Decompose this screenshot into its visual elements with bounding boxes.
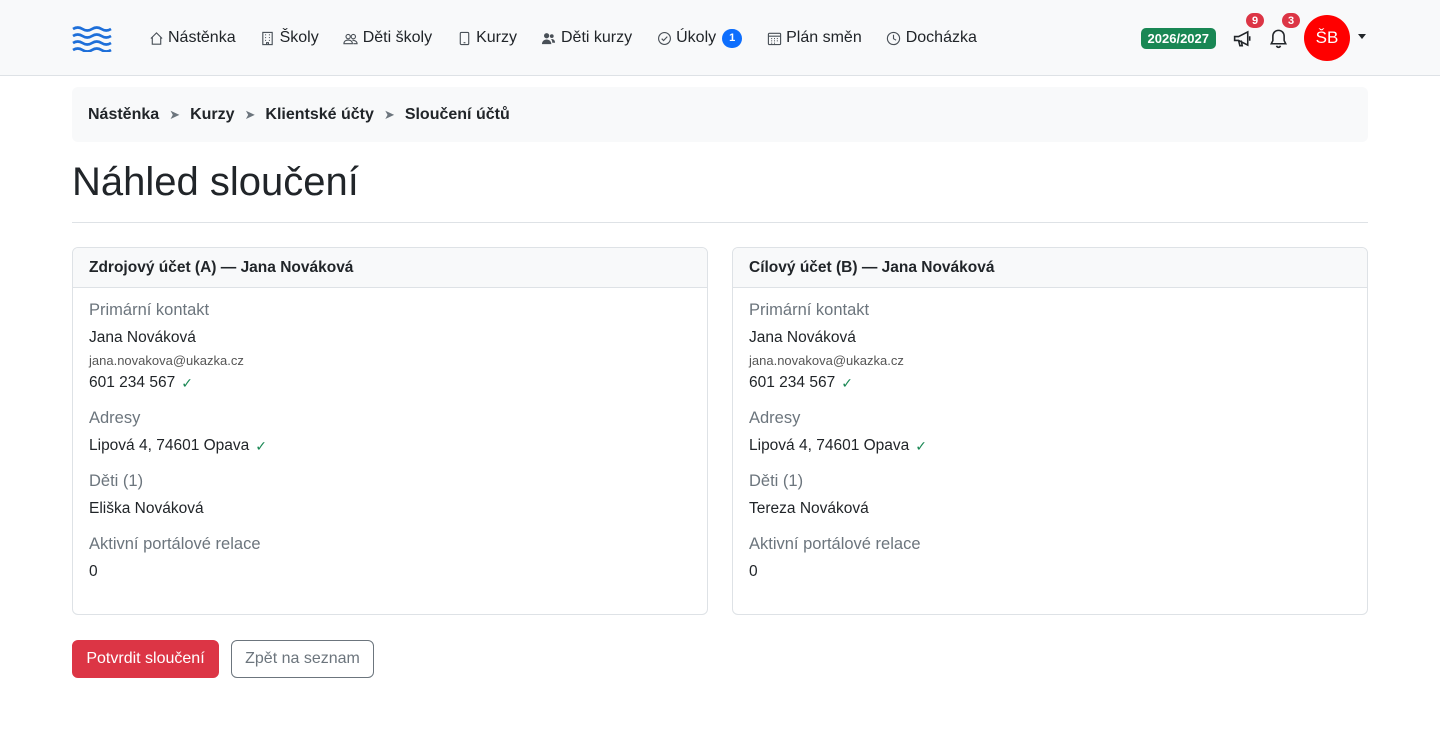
confirm-merge-button[interactable]: Potvrdit sloučení (72, 640, 219, 678)
child-name: Tereza Nováková (749, 500, 869, 517)
sessions-count: 0 (749, 563, 758, 580)
nav-item-label: Docházka (905, 29, 977, 46)
nav-item-deti-skoly[interactable]: Děti školy (343, 29, 432, 47)
back-to-list-button[interactable]: Zpět na seznam (231, 640, 374, 678)
people-icon (343, 30, 359, 46)
nav-item-deti-kurzy[interactable]: Děti kurzy (541, 29, 632, 47)
breadcrumb-separator-icon: ➤ (244, 106, 256, 122)
nav-item-label: Školy (279, 29, 319, 46)
chevron-down-icon[interactable] (1358, 33, 1366, 39)
notifications-button[interactable]: 3 (1266, 11, 1302, 50)
breadcrumb-item-klientske-ucty[interactable]: Klientské účty (265, 106, 373, 124)
nav-item-skoly[interactable]: Školy (260, 29, 319, 47)
card-body: Primární kontakt Jana Nováková jana.nova… (733, 288, 1367, 581)
contact-name: Jana Nováková (89, 329, 196, 346)
sessions-count: 0 (89, 563, 98, 580)
calendar-icon (766, 30, 782, 46)
verified-check-icon: ✓ (841, 374, 853, 391)
sessions-label: Aktivní portálové relace (749, 535, 921, 553)
people-fill-icon (541, 30, 557, 46)
contact-phone: 601 234 567 ✓ (749, 374, 1351, 392)
address: Lipová 4, 74601 Opava ✓ (749, 437, 1351, 455)
nav-item-dochazka[interactable]: Docházka (886, 29, 977, 47)
waves-logo-icon[interactable] (72, 26, 112, 52)
building-icon (260, 30, 276, 46)
nav-item-label: Plán směn (786, 29, 862, 46)
contact-email: jana.novakova@ukazka.cz (89, 353, 244, 368)
children-label: Děti (1) (749, 472, 804, 490)
notifications-count-badge: 3 (1280, 11, 1302, 30)
nav-item-kurzy[interactable]: Kurzy (456, 29, 517, 47)
contact-phone-value: 601 234 567 (749, 374, 836, 391)
user-avatar[interactable]: ŠB (1304, 15, 1350, 61)
address-value: Lipová 4, 74601 Opava (749, 437, 910, 454)
announcements-button[interactable]: 9 (1230, 11, 1266, 50)
verified-check-icon: ✓ (915, 437, 928, 454)
children-label: Děti (1) (89, 472, 144, 490)
clock-icon (886, 30, 902, 46)
nav-item-label: Úkoly (676, 29, 717, 46)
card-body: Primární kontakt Jana Nováková jana.nova… (73, 288, 707, 581)
announcements-count-badge: 9 (1244, 11, 1266, 30)
nav-item-label: Nástěnka (168, 29, 236, 46)
nav-item-nastenka[interactable]: Nástěnka (148, 29, 236, 47)
nav-item-plan-smen[interactable]: Plán směn (766, 29, 862, 47)
tablet-icon (456, 30, 472, 46)
breadcrumb-item-nastenka[interactable]: Nástěnka (88, 106, 159, 124)
card-header: Zdrojový účet (A) — Jana Nováková (73, 248, 707, 288)
main-nav: Nástěnka Školy Děti školy Kurzy Děti kur… (148, 0, 1001, 76)
address: Lipová 4, 74601 Opava ✓ (89, 437, 691, 455)
breadcrumb-separator-icon: ➤ (169, 106, 181, 122)
contact-email: jana.novakova@ukazka.cz (749, 353, 904, 368)
child-name: Eliška Nováková (89, 500, 204, 517)
navbar-right-tools: 2026/2027 9 3 ŠB (1140, 0, 1366, 76)
breadcrumb-separator-icon: ➤ (383, 106, 395, 122)
verified-check-icon: ✓ (181, 374, 193, 391)
contact-phone: 601 234 567 ✓ (89, 374, 691, 392)
house-icon (148, 30, 164, 46)
address-value: Lipová 4, 74601 Opava (89, 437, 250, 454)
nav-item-label: Kurzy (476, 29, 517, 46)
verified-check-icon: ✓ (255, 437, 268, 454)
top-navbar: Nástěnka Školy Děti školy Kurzy Děti kur… (0, 0, 1440, 76)
tasks-count-badge: 1 (722, 28, 743, 48)
page-title: Náhled sloučení (72, 160, 359, 204)
nav-item-label: Děti kurzy (560, 29, 633, 46)
title-divider (72, 222, 1368, 223)
sessions-label: Aktivní portálové relace (89, 535, 261, 553)
breadcrumb: Nástěnka ➤ Kurzy ➤ Klientské účty ➤ Slou… (72, 87, 1368, 142)
addresses-label: Adresy (749, 409, 801, 427)
target-account-card: Cílový účet (B) — Jana Nováková Primární… (732, 247, 1368, 615)
breadcrumb-item-kurzy[interactable]: Kurzy (190, 106, 234, 124)
breadcrumb-item-current: Sloučení účtů (404, 105, 510, 123)
contact-phone-value: 601 234 567 (89, 374, 176, 391)
school-year-badge[interactable]: 2026/2027 (1140, 27, 1216, 49)
megaphone-icon (1233, 30, 1251, 47)
contact-name: Jana Nováková (749, 329, 856, 346)
card-header: Cílový účet (B) — Jana Nováková (733, 248, 1367, 288)
primary-contact-label: Primární kontakt (89, 301, 210, 319)
check-circle-icon (656, 30, 672, 46)
nav-item-label: Děti školy (362, 29, 433, 46)
primary-contact-label: Primární kontakt (749, 301, 870, 319)
nav-item-ukoly[interactable]: Úkoly 1 (656, 28, 743, 48)
source-account-card: Zdrojový účet (A) — Jana Nováková Primár… (72, 247, 708, 615)
addresses-label: Adresy (89, 409, 141, 427)
bell-icon (1269, 29, 1287, 48)
